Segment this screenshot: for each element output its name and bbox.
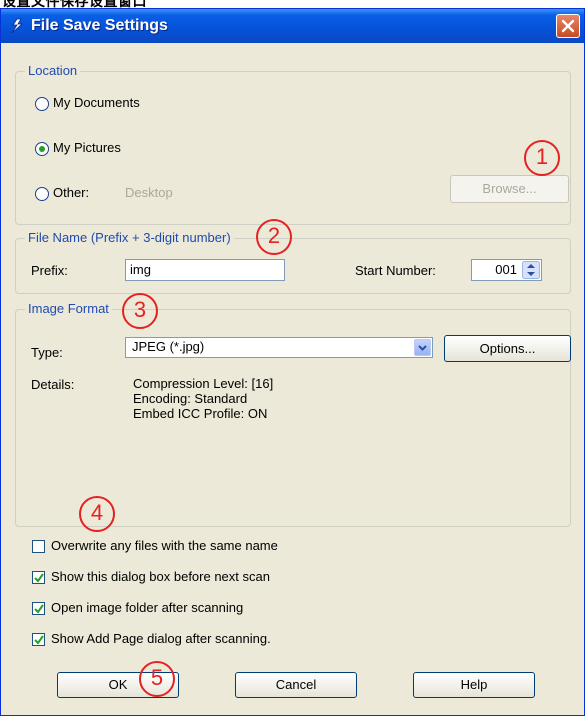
detail-line: Embed ICC Profile: ON xyxy=(133,406,268,421)
annotation-marker-2: 2 xyxy=(256,219,292,255)
type-label: Type: xyxy=(31,345,63,360)
checkmark-icon xyxy=(34,604,44,614)
file-name-legend: File Name (Prefix + 3-digit number) xyxy=(25,230,234,245)
help-button[interactable]: Help xyxy=(413,672,535,698)
type-select[interactable]: JPEG (*.jpg) xyxy=(125,337,433,358)
radio-my-documents-label[interactable]: My Documents xyxy=(53,95,140,110)
show-dialog-checkbox-label[interactable]: Show this dialog box before next scan xyxy=(51,569,270,584)
annotation-marker-1: 1 xyxy=(524,140,560,176)
radio-my-pictures[interactable] xyxy=(35,142,49,156)
options-button[interactable]: Options... xyxy=(444,335,571,362)
location-legend: Location xyxy=(25,63,81,78)
radio-other[interactable] xyxy=(35,187,49,201)
title-bar[interactable]: File Save Settings xyxy=(1,9,584,43)
other-folder-value: Desktop xyxy=(125,185,173,200)
stepper-arrows-icon[interactable] xyxy=(522,261,540,279)
details-label: Details: xyxy=(31,377,75,392)
radio-other-label[interactable]: Other: xyxy=(53,185,89,200)
show-add-page-checkbox-label[interactable]: Show Add Page dialog after scanning. xyxy=(51,631,271,646)
open-folder-checkbox-label[interactable]: Open image folder after scanning xyxy=(51,600,243,615)
checkmark-icon xyxy=(34,635,44,645)
radio-my-documents[interactable] xyxy=(35,97,49,111)
details-text: Compression Level: [16] Encoding: Standa… xyxy=(133,376,273,421)
start-number-label: Start Number: xyxy=(355,263,436,278)
browse-button[interactable]: Browse... xyxy=(450,175,569,203)
show-add-page-checkbox[interactable] xyxy=(32,633,45,646)
detail-line: Encoding: Standard xyxy=(133,391,248,406)
window-title: File Save Settings xyxy=(31,17,168,34)
clipped-page-heading: 设置文件保存设置窗口 xyxy=(0,0,585,8)
show-dialog-checkbox[interactable] xyxy=(32,571,45,584)
overwrite-checkbox[interactable] xyxy=(32,540,45,553)
annotation-marker-4: 4 xyxy=(79,496,115,532)
open-folder-checkbox[interactable] xyxy=(32,602,45,615)
dropdown-arrow-icon[interactable] xyxy=(414,339,431,356)
file-save-settings-dialog: File Save Settings Location My Documents… xyxy=(0,8,585,716)
start-number-value: 001 xyxy=(495,262,517,277)
image-format-legend: Image Format xyxy=(25,301,112,316)
clipped-heading-text: 设置文件保存设置窗口 xyxy=(2,0,147,8)
close-icon xyxy=(561,19,575,33)
close-button[interactable] xyxy=(556,14,580,38)
detail-line: Compression Level: [16] xyxy=(133,376,274,391)
prefix-input[interactable]: img xyxy=(125,259,285,281)
app-icon xyxy=(8,17,26,35)
overwrite-checkbox-label[interactable]: Overwrite any files with the same name xyxy=(51,538,278,553)
annotation-marker-5: 5 xyxy=(139,661,175,697)
radio-my-pictures-label[interactable]: My Pictures xyxy=(53,140,121,155)
checkmark-icon xyxy=(34,573,44,583)
cancel-button[interactable]: Cancel xyxy=(235,672,357,698)
annotation-marker-3: 3 xyxy=(122,293,158,329)
prefix-label: Prefix: xyxy=(31,263,68,278)
type-select-value: JPEG (*.jpg) xyxy=(132,339,205,354)
